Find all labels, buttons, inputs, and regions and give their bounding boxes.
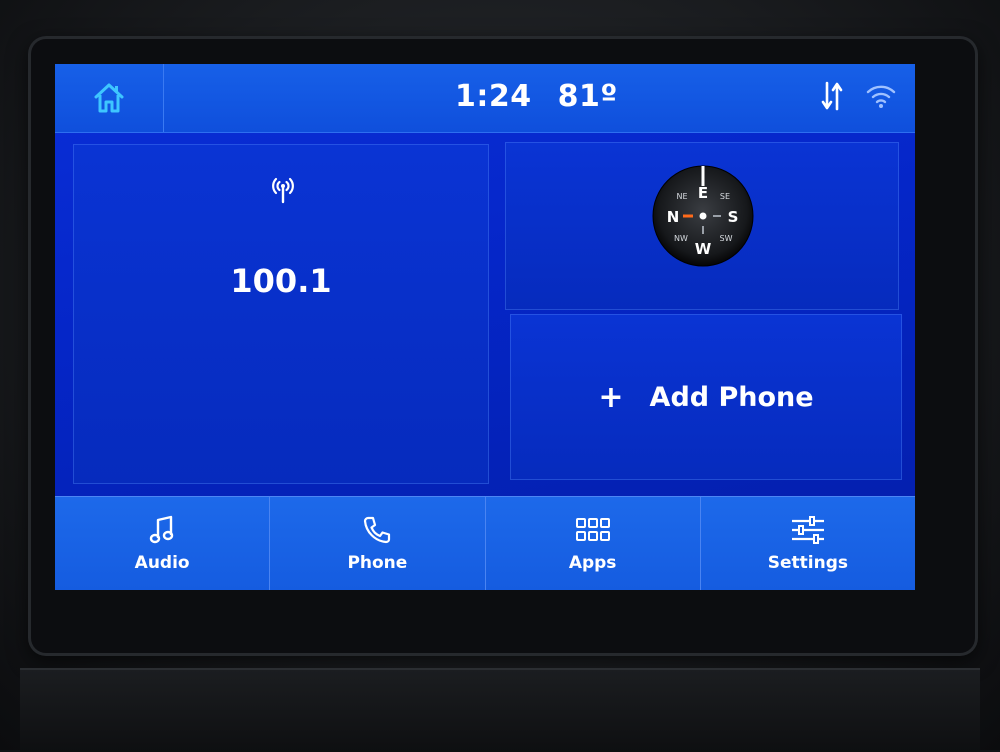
status-icons xyxy=(821,78,897,114)
nav-audio-label: Audio xyxy=(134,553,190,573)
compass-icon: E N S W NE SE SW NW xyxy=(652,165,754,267)
compass-label-se: SE xyxy=(720,192,730,201)
add-phone-button[interactable]: + Add Phone xyxy=(510,314,902,480)
music-note-icon xyxy=(149,515,174,544)
radio-frequency: 100.1 xyxy=(230,262,332,300)
data-transfer-icon xyxy=(821,81,843,111)
nav-apps-label: Apps xyxy=(568,553,617,573)
radio-broadcast-icon xyxy=(272,177,294,204)
home-button[interactable] xyxy=(55,64,164,132)
compass-label-n: N xyxy=(667,208,680,226)
compass-label-w: W xyxy=(695,240,712,258)
infotainment-screen: 1:24 81º 100.1 E N S W NE SE SW NW + Add… xyxy=(55,64,915,590)
dashboard-trim xyxy=(20,668,980,752)
radio-tile[interactable]: 100.1 xyxy=(73,144,489,484)
nav-settings-label: Settings xyxy=(767,553,848,573)
sliders-icon xyxy=(791,516,824,544)
wifi-icon xyxy=(866,85,896,108)
clock-temperature: 1:24 81º xyxy=(455,76,618,116)
nav-settings[interactable]: Settings xyxy=(701,497,915,590)
plus-icon: + xyxy=(598,379,624,415)
clock: 1:24 xyxy=(455,78,532,114)
add-phone-label: Add Phone xyxy=(649,381,814,413)
bottom-navigation: Audio Phone Apps Settings xyxy=(55,496,915,590)
compass-tile: E N S W NE SE SW NW xyxy=(505,142,899,310)
nav-apps[interactable]: Apps xyxy=(486,497,701,590)
compass-label-e: E xyxy=(698,184,708,202)
status-bar: 1:24 81º xyxy=(55,64,915,133)
nav-phone[interactable]: Phone xyxy=(270,497,486,590)
outside-temperature: 81º xyxy=(557,78,618,114)
apps-grid-icon xyxy=(575,518,610,541)
home-icon xyxy=(94,83,124,113)
add-phone-tile[interactable]: + Add Phone xyxy=(510,314,902,480)
compass-label-s: S xyxy=(728,208,739,226)
compass-label-sw: SW xyxy=(720,234,733,243)
compass-label-ne: NE xyxy=(676,192,687,201)
nav-audio[interactable]: Audio xyxy=(55,497,271,590)
phone-handset-icon xyxy=(364,516,391,544)
nav-phone-label: Phone xyxy=(347,553,408,573)
compass-label-nw: NW xyxy=(674,234,688,243)
